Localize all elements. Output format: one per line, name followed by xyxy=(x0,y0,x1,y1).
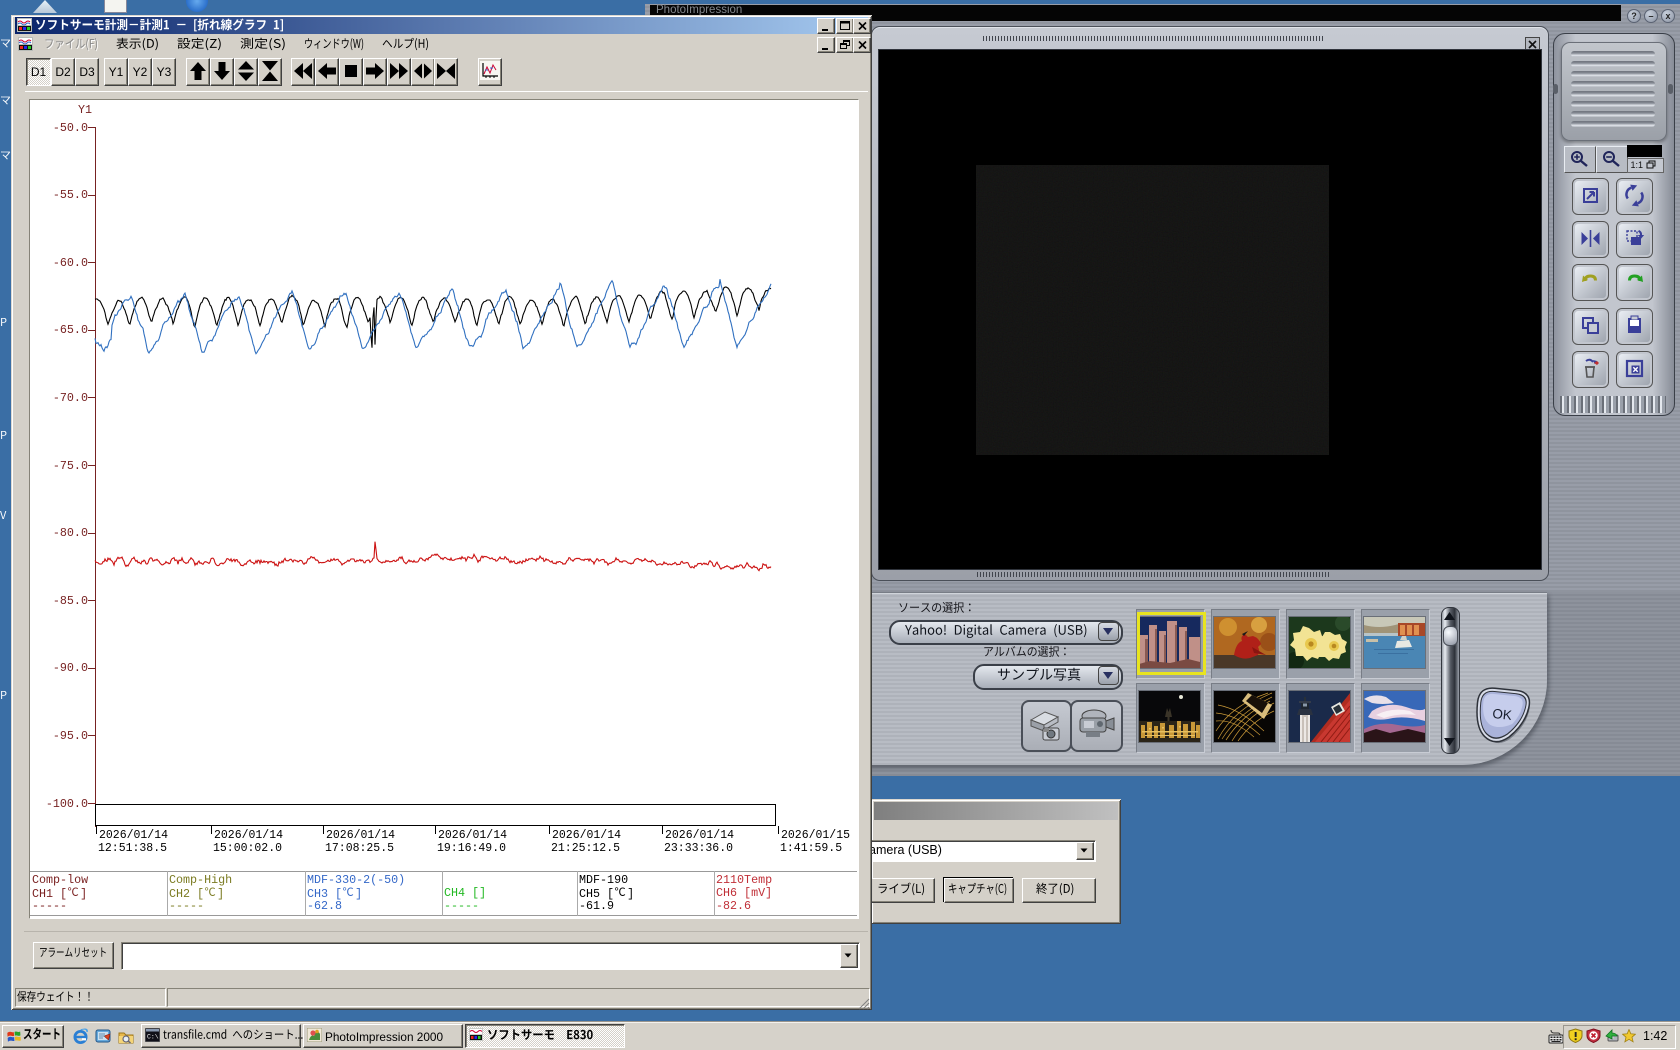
svg-text:OK: OK xyxy=(1492,706,1513,723)
svg-text:C:\: C:\ xyxy=(147,1034,159,1041)
